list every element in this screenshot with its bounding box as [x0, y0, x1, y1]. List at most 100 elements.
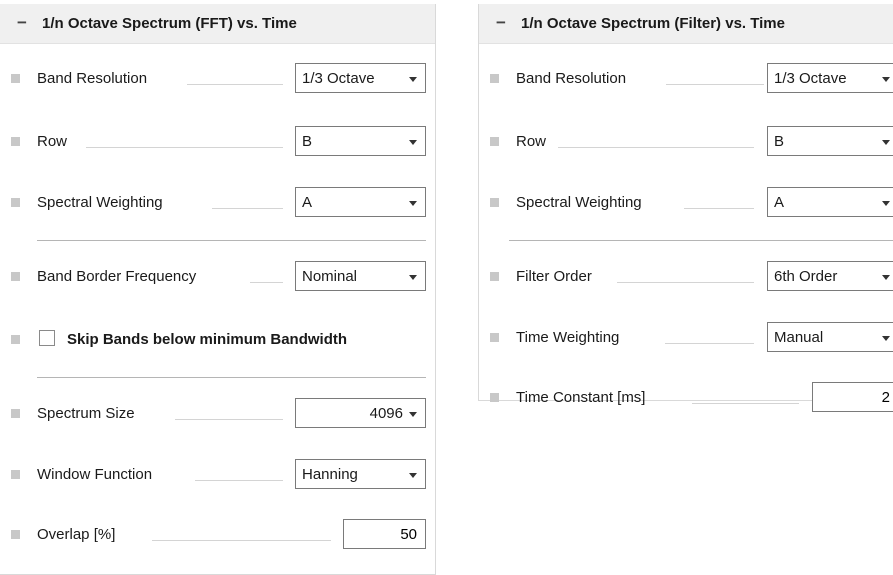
time-constant-input[interactable]	[813, 383, 893, 411]
time-constant-label: Time Constant [ms]	[516, 389, 646, 406]
overlap-label: Overlap [%]	[37, 526, 116, 543]
chevron-down-icon	[882, 275, 890, 280]
chevron-down-icon	[882, 201, 890, 206]
bullet-icon	[490, 74, 499, 83]
leader-line	[558, 147, 754, 148]
band-resolution-label: Band Resolution	[516, 70, 627, 87]
chevron-down-icon	[409, 77, 417, 82]
chevron-down-icon	[409, 412, 417, 417]
leader-line	[665, 343, 754, 344]
separator	[37, 377, 426, 378]
skip-bands-checkbox[interactable]	[39, 330, 55, 346]
window-function-value: Hanning	[302, 466, 358, 483]
time-weighting-row: Time Weighting Manual	[479, 322, 893, 354]
time-weighting-dropdown[interactable]: Manual	[767, 322, 893, 352]
spectral-weighting-label: Spectral Weighting	[37, 194, 163, 211]
collapse-icon[interactable]: −	[17, 13, 27, 33]
bullet-icon	[11, 335, 20, 344]
spectral-weighting-label: Spectral Weighting	[516, 194, 642, 211]
time-constant-field[interactable]	[812, 382, 893, 412]
bullet-icon	[11, 470, 20, 479]
leader-line	[175, 419, 283, 420]
spectrum-size-row: Spectrum Size 4096	[0, 398, 435, 430]
bullet-icon	[11, 272, 20, 281]
filter-order-dropdown[interactable]: 6th Order	[767, 261, 893, 291]
bullet-icon	[490, 137, 499, 146]
chevron-down-icon	[882, 77, 890, 82]
row-value: B	[774, 133, 785, 150]
leader-line	[86, 147, 283, 148]
row-row: Row B	[0, 126, 435, 158]
overlap-row: Overlap [%]	[0, 519, 435, 551]
panel-title: 1/n Octave Spectrum (Filter) vs. Time	[521, 15, 785, 32]
chevron-down-icon	[409, 275, 417, 280]
separator	[509, 240, 893, 241]
time-constant-row: Time Constant [ms]	[479, 382, 893, 414]
spectral-weighting-dropdown[interactable]: A	[295, 187, 426, 217]
bullet-icon	[490, 333, 499, 342]
band-border-frequency-label: Band Border Frequency	[37, 268, 197, 285]
separator	[37, 240, 426, 241]
band-resolution-value: 1/3 Octave	[302, 70, 375, 87]
leader-line	[212, 208, 283, 209]
row-label: Row	[37, 133, 68, 150]
band-resolution-dropdown[interactable]: 1/3 Octave	[295, 63, 426, 93]
spectral-weighting-value: A	[774, 194, 785, 211]
bullet-icon	[11, 74, 20, 83]
band-resolution-row: Band Resolution 1/3 Octave	[479, 63, 893, 95]
spectrum-size-value: 4096	[369, 405, 403, 422]
band-border-frequency-dropdown[interactable]: Nominal	[295, 261, 426, 291]
bullet-icon	[11, 530, 20, 539]
overlap-field[interactable]	[343, 519, 426, 549]
panel-header: − 1/n Octave Spectrum (FFT) vs. Time	[0, 4, 435, 44]
spectral-weighting-row: Spectral Weighting A	[0, 187, 435, 219]
skip-bands-label[interactable]: Skip Bands below minimum Bandwidth	[67, 331, 347, 348]
window-function-dropdown[interactable]: Hanning	[295, 459, 426, 489]
band-resolution-value: 1/3 Octave	[774, 70, 847, 87]
band-border-frequency-value: Nominal	[302, 268, 358, 285]
leader-line	[666, 84, 764, 85]
panel-title: 1/n Octave Spectrum (FFT) vs. Time	[42, 15, 297, 32]
band-resolution-label: Band Resolution	[37, 70, 148, 87]
filter-order-row: Filter Order 6th Order	[479, 261, 893, 293]
panel-header: − 1/n Octave Spectrum (Filter) vs. Time	[479, 4, 893, 44]
spectrum-size-label: Spectrum Size	[37, 405, 135, 422]
bullet-icon	[11, 137, 20, 146]
spectral-weighting-value: A	[302, 194, 313, 211]
chevron-down-icon	[409, 201, 417, 206]
leader-line	[250, 282, 283, 283]
row-dropdown[interactable]: B	[295, 126, 426, 156]
band-border-frequency-row: Band Border Frequency Nominal	[0, 261, 435, 293]
band-resolution-row: Band Resolution 1/3 Octave	[0, 63, 435, 95]
spectrum-size-dropdown[interactable]: 4096	[295, 398, 426, 428]
leader-line	[617, 282, 754, 283]
row-value: B	[302, 133, 313, 150]
bullet-icon	[490, 393, 499, 402]
window-function-label: Window Function	[37, 466, 153, 483]
row-row: Row B	[479, 126, 893, 158]
leader-line	[684, 208, 754, 209]
spectral-weighting-row: Spectral Weighting A	[479, 187, 893, 219]
band-resolution-dropdown[interactable]: 1/3 Octave	[767, 63, 893, 93]
filter-order-value: 6th Order	[774, 268, 838, 285]
collapse-icon[interactable]: −	[496, 13, 506, 33]
chevron-down-icon	[882, 336, 890, 341]
leader-line	[187, 84, 283, 85]
time-weighting-value: Manual	[774, 329, 824, 346]
leader-line	[195, 480, 283, 481]
filter-spectrum-panel: − 1/n Octave Spectrum (Filter) vs. Time …	[478, 4, 893, 412]
bullet-icon	[11, 409, 20, 418]
row-label: Row	[516, 133, 547, 150]
chevron-down-icon	[409, 140, 417, 145]
time-weighting-label: Time Weighting	[516, 329, 620, 346]
spectral-weighting-dropdown[interactable]: A	[767, 187, 893, 217]
bullet-icon	[490, 272, 499, 281]
skip-bands-row: Skip Bands below minimum Bandwidth	[0, 324, 435, 356]
overlap-input[interactable]	[344, 520, 425, 548]
fft-spectrum-panel: − 1/n Octave Spectrum (FFT) vs. Time Ban…	[0, 4, 436, 575]
leader-line	[692, 403, 799, 404]
row-dropdown[interactable]: B	[767, 126, 893, 156]
filter-order-label: Filter Order	[516, 268, 592, 285]
bullet-icon	[490, 198, 499, 207]
window-function-row: Window Function Hanning	[0, 459, 435, 491]
